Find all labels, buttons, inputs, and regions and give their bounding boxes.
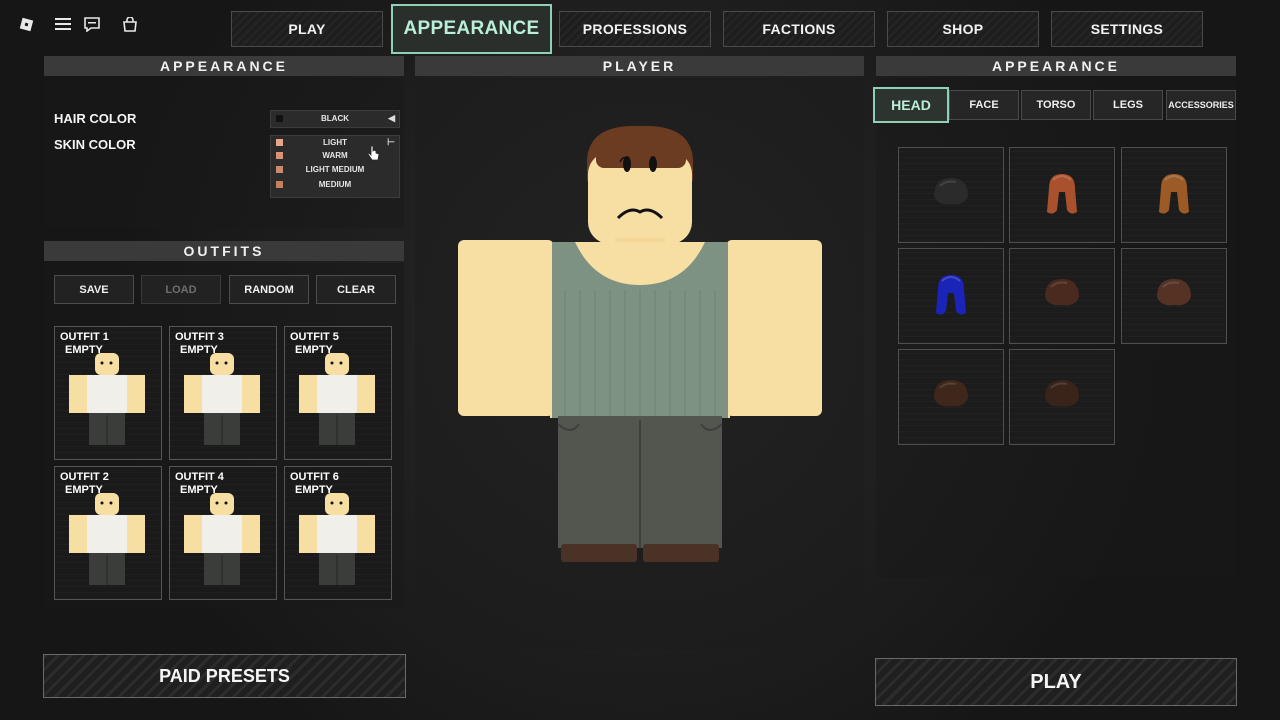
outfit-slot[interactable]: OUTFIT 5 EMPTY [284, 326, 392, 460]
nav-factions[interactable]: FACTIONS [723, 11, 875, 47]
backpack-icon[interactable] [120, 14, 140, 34]
outfit-avatar-preview [299, 353, 375, 445]
outfit-name: OUTFIT 1 [60, 331, 109, 343]
hair-color-label: HAIR COLOR [54, 111, 137, 126]
nav-shop[interactable]: SHOP [887, 11, 1039, 47]
outfits-header: OUTFITS [44, 241, 404, 261]
paid-presets-button[interactable]: PAID PRESETS [43, 654, 406, 698]
hair-brown-icon [1157, 279, 1191, 306]
tab-legs[interactable]: LEGS [1093, 90, 1163, 120]
outfit-avatar-preview [69, 493, 145, 585]
chat-icon[interactable] [82, 14, 102, 34]
hair-blue-icon [936, 275, 966, 315]
hair-orange-long-icon [1047, 174, 1077, 214]
tab-head[interactable]: HEAD [873, 87, 949, 123]
right-appearance-header: APPEARANCE [876, 56, 1236, 76]
hair-brown-icon [934, 380, 968, 407]
outfit-slot[interactable]: OUTFIT 2 EMPTY [54, 466, 162, 600]
outfit-slot[interactable]: OUTFIT 6 EMPTY [284, 466, 392, 600]
player-avatar[interactable] [455, 120, 825, 572]
hair-brown-icon [1045, 380, 1079, 407]
hair-ginger-long-icon [1159, 174, 1189, 214]
skin-option-label: LIGHT MEDIUM [305, 165, 365, 174]
outfit-avatar-preview [184, 493, 260, 585]
outfit-slot[interactable]: OUTFIT 3 EMPTY [169, 326, 277, 460]
tab-face[interactable]: FACE [949, 90, 1019, 120]
nav-settings[interactable]: SETTINGS [1051, 11, 1203, 47]
nav-professions[interactable]: PROFESSIONS [559, 11, 711, 47]
outfit-name: OUTFIT 4 [175, 471, 224, 483]
skin-option-medium[interactable]: MEDIUM [271, 177, 399, 192]
hair-black-icon [934, 178, 968, 205]
menu-icon[interactable] [53, 14, 73, 34]
item-slot[interactable] [898, 349, 1004, 445]
tab-accessories[interactable]: ACCESSORIES [1166, 90, 1236, 120]
outfit-name: OUTFIT 3 [175, 331, 224, 343]
hair-color-dropdown[interactable]: BLACK ◀ [270, 110, 400, 128]
item-slot[interactable] [1009, 147, 1115, 243]
item-slot[interactable] [898, 147, 1004, 243]
outfit-avatar-preview [299, 493, 375, 585]
hair-color-value: BLACK [321, 114, 349, 123]
nav-play[interactable]: PLAY [231, 11, 383, 47]
item-slot[interactable] [1009, 349, 1115, 445]
outfit-slot[interactable]: OUTFIT 1 EMPTY [54, 326, 162, 460]
mouse-cursor-icon [367, 145, 380, 166]
roblox-logo-icon[interactable] [16, 14, 36, 34]
item-slot[interactable] [1121, 147, 1227, 243]
skin-option-label: MEDIUM [318, 180, 352, 189]
player-header: PLAYER [415, 56, 864, 76]
outfit-name: OUTFIT 6 [290, 471, 339, 483]
chevron-icon: ⊢ [387, 137, 395, 147]
clear-outfit-button[interactable]: CLEAR [316, 275, 396, 304]
skin-color-dropdown[interactable]: LIGHT ⊢ WARM LIGHT MEDIUM MEDIUM [270, 135, 400, 198]
outfit-name: OUTFIT 5 [290, 331, 339, 343]
chevron-left-icon: ◀ [388, 113, 395, 123]
tab-torso[interactable]: TORSO [1021, 90, 1091, 120]
left-appearance-header: APPEARANCE [44, 56, 404, 76]
item-slot[interactable] [1009, 248, 1115, 344]
skin-color-label: SKIN COLOR [54, 137, 136, 152]
play-button[interactable]: PLAY [875, 658, 1237, 706]
hair-brown-icon [1045, 279, 1079, 306]
save-outfit-button[interactable]: SAVE [54, 275, 134, 304]
load-outfit-button[interactable]: LOAD [141, 275, 221, 304]
nav-appearance[interactable]: APPEARANCE [391, 4, 552, 54]
outfit-slot[interactable]: OUTFIT 4 EMPTY [169, 466, 277, 600]
item-slot[interactable] [898, 248, 1004, 344]
outfit-avatar-preview [69, 353, 145, 445]
outfit-name: OUTFIT 2 [60, 471, 109, 483]
item-slot[interactable] [1121, 248, 1227, 344]
random-outfit-button[interactable]: RANDOM [229, 275, 309, 304]
outfit-avatar-preview [184, 353, 260, 445]
